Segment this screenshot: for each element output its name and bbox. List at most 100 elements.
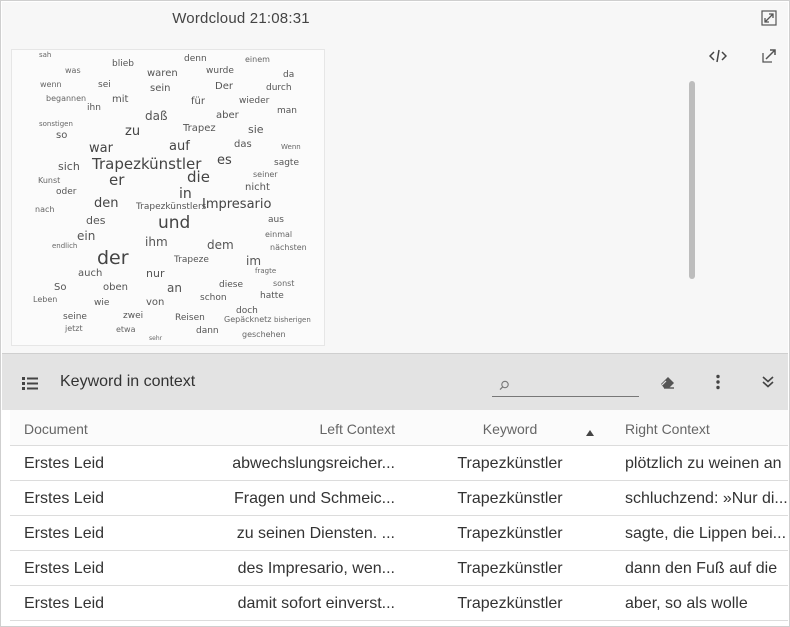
wordcloud-word: das — [234, 139, 252, 150]
cell-right-context: sagte, die Lippen bei... — [625, 525, 787, 542]
wordcloud-word: aber — [216, 110, 239, 121]
cell-document: Erstes Leid — [24, 490, 105, 507]
wordcloud-canvas: sah blieb denn einem was waren wurde da wenn sei s… — [11, 49, 325, 346]
kwic-table: Document Left Context Keyword Right Cont… — [10, 410, 788, 626]
wordcloud-word: dann — [196, 326, 219, 336]
cell-document: Erstes Leid — [24, 525, 105, 542]
wordcloud-word: sah — [39, 51, 52, 59]
wordcloud-word: seiner — [253, 170, 278, 179]
wordcloud-word: waren — [147, 68, 178, 79]
search-input[interactable] — [492, 371, 639, 396]
wordcloud-word: so — [56, 130, 68, 141]
vertical-scrollbar[interactable] — [689, 81, 695, 279]
wordcloud-word: endlich — [52, 242, 78, 250]
search-box[interactable] — [492, 371, 639, 397]
wordcloud-word: Trapez — [183, 123, 216, 134]
wordcloud-word: sei — [98, 80, 111, 90]
wordcloud-word: war — [89, 141, 113, 156]
cell-right-context: plötzlich zu weinen an — [625, 455, 782, 472]
wordcloud-word: für — [191, 96, 205, 107]
wordcloud-word: etwa — [116, 325, 136, 334]
wordcloud-word: auch — [78, 268, 103, 279]
wordcloud-word: hatte — [260, 291, 284, 301]
cell-document: Erstes Leid — [24, 595, 105, 612]
wordcloud-word: wieder — [239, 96, 270, 106]
cell-keyword: Trapezkünstler — [457, 560, 563, 577]
wordcloud-word: in — [179, 186, 192, 202]
cell-document: Erstes Leid — [24, 455, 105, 472]
wordcloud-word: wie — [94, 298, 110, 308]
column-header-right-context[interactable]: Right Context — [625, 421, 710, 437]
wordcloud-word: zwei — [123, 311, 144, 321]
column-header-left-context[interactable]: Left Context — [195, 421, 396, 437]
wordcloud-word: nächsten — [270, 243, 307, 252]
wordcloud-word: Trapezkünstlers — [136, 202, 207, 212]
table-row[interactable]: Erstes Leid zu seinen Diensten. ... Trap… — [10, 516, 788, 551]
wordcloud-word: aus — [268, 215, 284, 225]
wordcloud-word: Gepäcknetz — [224, 315, 272, 324]
app-frame: Wordcloud 21:08:31 sah blieb denn einem was w… — [0, 0, 790, 627]
cell-left-context: des Impresario, wen... — [237, 560, 395, 577]
wordcloud-word: Trapeze — [174, 255, 209, 265]
wordcloud-word: sehr — [149, 335, 163, 342]
wordcloud-word: es — [217, 153, 232, 168]
wordcloud-word: Kunst — [38, 176, 61, 185]
wordcloud-word: ihm — [145, 235, 168, 249]
wordcloud-word: dem — [207, 238, 234, 252]
wordcloud-word: sein — [150, 83, 171, 94]
wordcloud-word: schon — [200, 293, 227, 303]
wordcloud-panel: Wordcloud 21:08:31 sah blieb denn einem was w… — [2, 2, 788, 353]
table-row[interactable]: Erstes Leid Fragen und Schmeic... Trapez… — [10, 481, 788, 516]
code-icon[interactable] — [708, 46, 728, 66]
table-row[interactable]: Erstes Leid des Impresario, wen... Trape… — [10, 551, 788, 586]
wordcloud-word: bisherigen — [274, 316, 311, 324]
wordcloud-word: nur — [146, 267, 165, 280]
table-row[interactable]: Erstes Leid damit sofort einverst... Tra… — [10, 586, 788, 621]
wordcloud-word: er — [109, 171, 125, 189]
wordcloud-word: einmal — [265, 230, 293, 239]
sort-ascending-icon[interactable] — [586, 423, 594, 441]
double-chevron-down-icon[interactable] — [758, 372, 778, 392]
wordcloud-word: man — [277, 106, 297, 116]
wordcloud-word: daß — [145, 109, 168, 123]
column-header-document[interactable]: Document — [24, 421, 88, 437]
wordcloud-word: von — [146, 297, 165, 308]
expand-icon[interactable] — [759, 46, 779, 66]
wordcloud-word: einem — [245, 55, 270, 64]
column-header-keyword[interactable]: Keyword — [440, 421, 580, 437]
wordcloud-word: diese — [219, 280, 243, 290]
wordcloud-word: begannen — [46, 94, 87, 103]
collapse-icon[interactable] — [759, 8, 779, 28]
wordcloud-word: nach — [35, 205, 55, 214]
wordcloud-word: wurde — [206, 66, 234, 76]
wordcloud-word: und — [158, 213, 191, 233]
wordcloud-word: Wenn — [281, 143, 301, 151]
wordcloud-word: der — [97, 247, 129, 269]
wordcloud-word: sie — [248, 123, 264, 136]
wordcloud-word: sonstigen — [39, 120, 73, 128]
wordcloud-word: im — [246, 254, 262, 268]
wordcloud-word: auf — [169, 139, 190, 154]
wordcloud-word: blieb — [112, 59, 134, 69]
wordcloud-word: Leben — [33, 295, 58, 304]
table-header: Document Left Context Keyword Right Cont… — [10, 410, 788, 446]
cell-keyword: Trapezkünstler — [457, 490, 563, 507]
wordcloud-word: sonst — [273, 279, 295, 288]
wordcloud-word: zu — [125, 124, 141, 139]
search-icon — [499, 378, 510, 396]
wordcloud-word: Reisen — [175, 313, 205, 323]
wordcloud-word: sagte — [274, 158, 299, 168]
wordcloud-word: Der — [215, 81, 233, 92]
cell-keyword: Trapezkünstler — [457, 525, 563, 542]
cell-right-context: dann den Fuß auf die — [625, 560, 778, 577]
more-vertical-icon[interactable] — [708, 372, 728, 392]
wordcloud-word: ihn — [87, 103, 101, 113]
cell-document: Erstes Leid — [24, 560, 105, 577]
table-row[interactable]: Erstes Leid abwechslungsreicher... Trape… — [10, 446, 788, 481]
kwic-header: Keyword in context — [2, 353, 788, 410]
wordcloud-word: mit — [112, 94, 129, 105]
eraser-icon[interactable] — [658, 372, 678, 392]
list-icon[interactable] — [20, 373, 40, 393]
wordcloud-word: ein — [77, 229, 96, 243]
wordcloud-word: die — [187, 168, 210, 186]
